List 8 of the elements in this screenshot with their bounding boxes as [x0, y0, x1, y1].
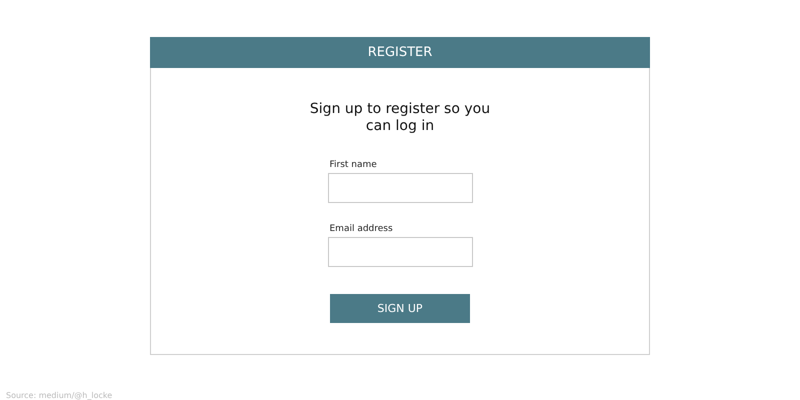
input-field[interactable]: [328, 237, 472, 267]
sign-up-button[interactable]: SIGN UP: [330, 294, 470, 323]
field-label: First name: [330, 160, 377, 170]
source-caption: Source: medium/@h_locke: [6, 391, 112, 400]
field-label: Email address: [330, 224, 393, 234]
form-heading: Sign up to register so you can log in: [308, 101, 492, 135]
card-header: REGISTER: [150, 37, 650, 68]
input-field[interactable]: [328, 173, 472, 203]
